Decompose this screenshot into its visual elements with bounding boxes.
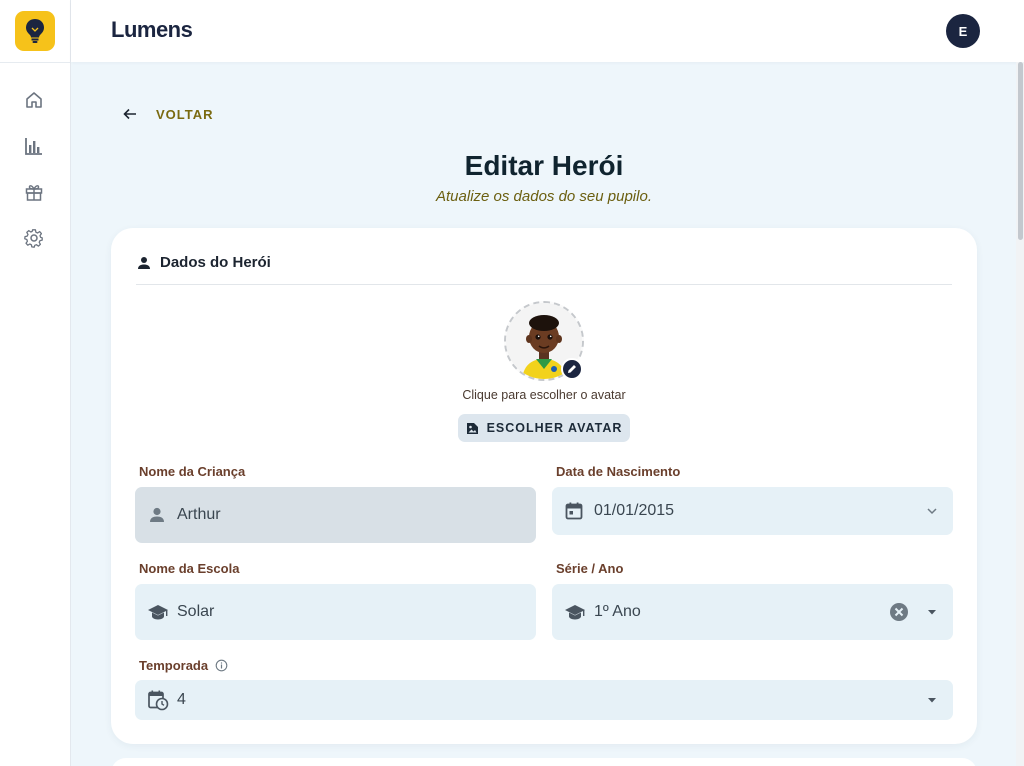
choose-avatar-button[interactable]: ESCOLHER AVATAR — [458, 414, 630, 442]
section-divider — [136, 284, 952, 285]
grade-label: Série / Ano — [556, 561, 624, 576]
next-card — [111, 758, 977, 766]
sidebar-item-home[interactable] — [23, 89, 45, 111]
section-title: Dados do Herói — [160, 254, 271, 271]
person-icon — [138, 256, 150, 269]
season-select[interactable]: 4 — [135, 680, 953, 720]
calendar-clock-icon — [147, 680, 169, 720]
pencil-icon — [568, 365, 576, 373]
calendar-icon — [564, 487, 584, 535]
season-label-row: Temporada — [139, 658, 228, 673]
page-subtitle: Atualize os dados do seu pupilo. — [436, 188, 652, 205]
brand-name: Lumens — [111, 17, 193, 42]
child-name-value: Arthur — [177, 506, 221, 523]
birth-date-value: 01/01/2015 — [594, 502, 675, 519]
grade-select[interactable]: 1º Ano — [552, 584, 953, 640]
section-header: Dados do Herói — [136, 254, 271, 271]
birth-date-label: Data de Nascimento — [556, 464, 681, 479]
arrow-left-icon — [123, 108, 136, 120]
image-icon — [466, 422, 478, 434]
page-title: Editar Herói — [464, 150, 624, 181]
grade-value: 1º Ano — [594, 603, 641, 620]
hero-data-card: Dados do Herói Clique para escolher o av… — [111, 228, 977, 744]
caret-down-icon[interactable] — [925, 584, 939, 640]
info-icon[interactable] — [215, 659, 228, 672]
clear-icon[interactable] — [889, 584, 909, 640]
school-icon — [147, 584, 169, 640]
caret-down-icon[interactable] — [925, 680, 939, 720]
child-name-field[interactable]: Arthur — [135, 487, 536, 543]
back-button[interactable]: VOLTAR — [122, 106, 214, 122]
avatar-edit-button[interactable] — [561, 358, 583, 380]
back-label: VOLTAR — [156, 106, 214, 122]
school-field[interactable]: Solar — [135, 584, 536, 640]
lightbulb-icon — [26, 19, 44, 43]
gear-icon — [24, 229, 43, 248]
school-value: Solar — [177, 603, 215, 620]
sidebar — [0, 0, 71, 766]
avatar-hint: Clique para escolher o avatar — [462, 388, 626, 402]
user-avatar[interactable]: E — [946, 14, 980, 48]
child-name-label: Nome da Criança — [139, 464, 246, 479]
person-icon — [147, 487, 167, 543]
school-icon — [564, 584, 586, 640]
birth-date-field[interactable]: 01/01/2015 — [552, 487, 953, 535]
sidebar-item-settings[interactable] — [23, 227, 45, 249]
season-value: 4 — [177, 691, 186, 708]
home-icon — [26, 92, 42, 108]
top-bar: Lumens E — [71, 0, 1024, 62]
season-label: Temporada — [139, 658, 209, 673]
sidebar-divider — [0, 62, 70, 63]
choose-avatar-label: ESCOLHER AVATAR — [486, 421, 623, 435]
school-label: Nome da Escola — [139, 561, 240, 576]
chevron-down-icon[interactable] — [925, 487, 939, 535]
app-logo[interactable] — [15, 11, 55, 51]
